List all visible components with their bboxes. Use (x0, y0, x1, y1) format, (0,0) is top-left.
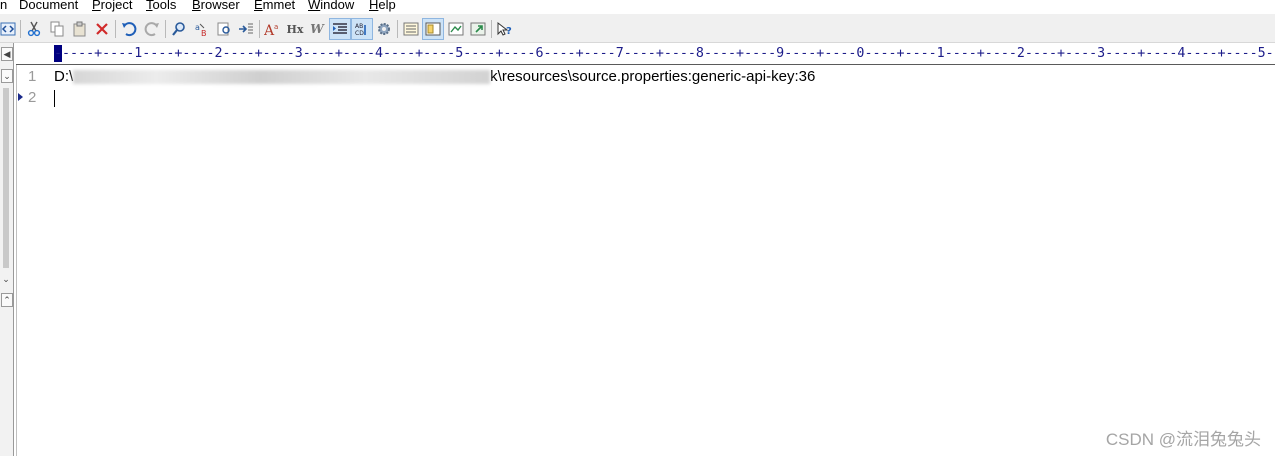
undo-icon[interactable] (119, 19, 139, 39)
chevron-down-icon[interactable]: ⌄ (1, 69, 13, 83)
redo-icon[interactable] (142, 19, 162, 39)
blurred-path-redaction (73, 70, 491, 85)
svg-text:?: ? (506, 26, 512, 37)
spell-check-icon[interactable]: AB CD (351, 18, 373, 40)
copy-icon[interactable] (47, 19, 67, 39)
toolbar-separator (20, 20, 21, 38)
watermark: CSDN @流泪兔兔头 (1105, 430, 1261, 449)
toolbar-separator (491, 20, 492, 38)
ruler-scale: -----+----1----+----2----+----3----+----… (54, 46, 1275, 61)
svg-text:B: B (201, 29, 207, 37)
current-line-marker-icon (18, 93, 23, 101)
line-number: 2 (28, 89, 37, 106)
line-number-gutter: 1 2 (17, 65, 49, 456)
code-line-1[interactable]: D:\ k\resources\source.properties:generic… (54, 66, 815, 88)
svg-text:AB: AB (355, 23, 363, 30)
svg-text:a: a (274, 23, 278, 31)
menu-browser[interactable]: Browser (192, 0, 240, 11)
font-size-icon[interactable]: Aa (263, 19, 283, 39)
panel-scrollbar[interactable] (3, 88, 9, 268)
menu-document[interactable]: Document (19, 0, 78, 11)
replace-icon[interactable]: aB (192, 19, 212, 39)
output-panel-icon[interactable] (422, 18, 444, 40)
toolbar-separator (165, 20, 166, 38)
code-text: k\resources\source.properties:generic-ap… (490, 68, 816, 85)
word-wrap-icon[interactable]: W (307, 19, 327, 39)
svg-text:CD: CD (355, 30, 364, 37)
chevron-up-icon[interactable]: ⌃ (1, 293, 13, 307)
line-number: 1 (28, 68, 37, 85)
delete-icon[interactable] (92, 19, 112, 39)
toolbar-separator (259, 20, 260, 38)
text-caret (54, 90, 55, 107)
menu-tools[interactable]: Tools (146, 0, 176, 11)
indent-icon[interactable] (329, 18, 351, 40)
editor-area[interactable] (16, 65, 1275, 456)
panel-toggle-button[interactable]: ◀ (1, 47, 13, 61)
side-panel: ◀ ⌄ ⌄ ⌃ (0, 43, 14, 456)
code-text: D:\ (54, 68, 74, 85)
menu-bar: n Document Project Tools Browser Emmet W… (0, 0, 1275, 14)
html-heading-icon[interactable]: Hx (285, 19, 305, 39)
paste-icon[interactable] (70, 19, 90, 39)
preview-icon[interactable] (446, 19, 466, 39)
toolbar: aB Aa Hx W AB CD ? (0, 14, 1275, 43)
find-in-files-icon[interactable] (214, 19, 234, 39)
document-list-icon[interactable] (401, 19, 421, 39)
menu-partial-item[interactable]: n (0, 0, 7, 11)
code-view-icon[interactable] (0, 19, 18, 39)
cut-icon[interactable] (24, 19, 44, 39)
browser-preview-icon[interactable] (468, 19, 488, 39)
toolbar-separator (115, 20, 116, 38)
menu-emmet[interactable]: Emmet (254, 0, 295, 11)
menu-window[interactable]: Window (308, 0, 354, 11)
settings-gear-icon[interactable] (374, 19, 394, 39)
help-icon[interactable]: ? (495, 19, 515, 39)
goto-line-icon[interactable] (236, 19, 256, 39)
menu-project[interactable]: Project (92, 0, 132, 11)
toolbar-separator (397, 20, 398, 38)
find-icon[interactable] (169, 19, 189, 39)
svg-text:a: a (195, 23, 200, 32)
menu-help[interactable]: Help (369, 0, 396, 11)
chevron-down-icon[interactable]: ⌄ (1, 273, 11, 285)
